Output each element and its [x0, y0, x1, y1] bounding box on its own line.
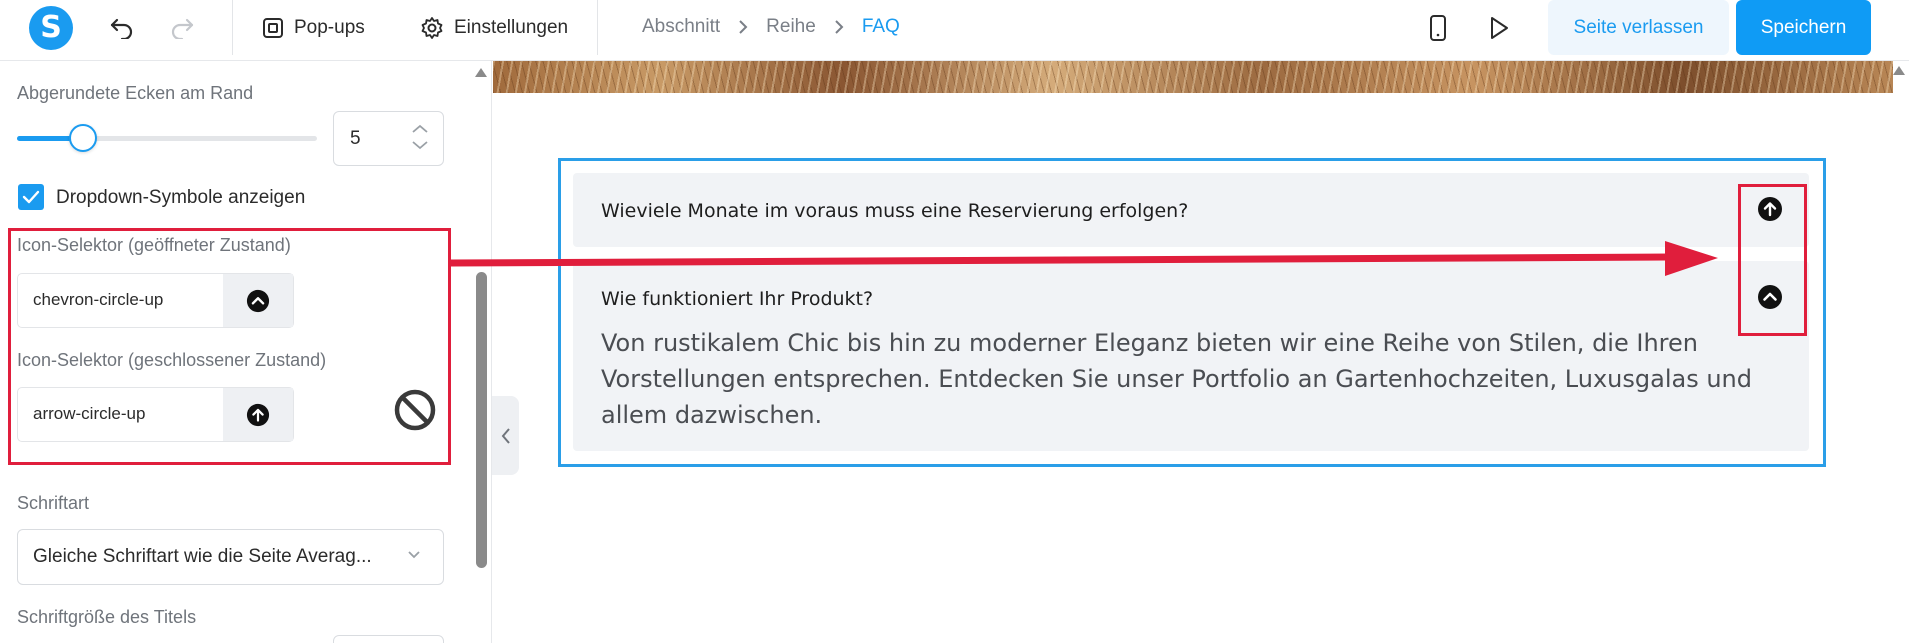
corner-radius-label: Abgerundete Ecken am Rand: [17, 83, 254, 103]
font-select-value: Gleiche Schriftart wie die Seite Averag.…: [33, 546, 372, 567]
chevron-left-icon: [501, 427, 510, 444]
dropdown-icons-label: Dropdown-Symbole anzeigen: [56, 187, 306, 208]
popups-label: Pop-ups: [294, 17, 365, 38]
slider-thumb[interactable]: [69, 124, 97, 152]
gear-icon: [421, 17, 443, 39]
panel-scrollbar[interactable]: [476, 272, 487, 568]
chevron-down-icon: [408, 551, 420, 559]
toolbar-divider: [232, 0, 233, 55]
redo-icon[interactable]: [166, 12, 198, 44]
breadcrumb-section[interactable]: Abschnitt: [642, 16, 720, 38]
faq-question: Wieviele Monate im voraus muss eine Rese…: [601, 200, 1189, 222]
breadcrumb-row[interactable]: Reihe: [766, 16, 816, 38]
mobile-preview-icon[interactable]: [1422, 12, 1454, 44]
faq-item[interactable]: Wie funktioniert Ihr Produkt? Von rustik…: [573, 261, 1809, 451]
leave-page-button[interactable]: Seite verlassen: [1548, 0, 1729, 55]
title-size-input[interactable]: [333, 635, 444, 643]
save-button[interactable]: Speichern: [1736, 0, 1871, 55]
breadcrumb: Abschnitt Reihe FAQ: [642, 16, 900, 38]
popup-window-icon: [263, 18, 283, 38]
editor-app: S Pop-ups Einstellungen Abschnitt Reihe …: [0, 0, 1909, 643]
chevron-right-icon: [738, 19, 748, 35]
breadcrumb-faq[interactable]: FAQ: [862, 16, 900, 38]
chevron-right-icon: [834, 19, 844, 35]
faq-question: Wie funktioniert Ihr Produkt?: [601, 288, 874, 310]
settings-label: Einstellungen: [454, 17, 569, 38]
corner-radius-value: 5: [350, 127, 361, 149]
annotation-highlight-icons: [1738, 184, 1807, 336]
undo-icon[interactable]: [106, 12, 138, 44]
top-toolbar: S Pop-ups Einstellungen Abschnitt Reihe …: [0, 0, 1909, 61]
dropdown-icons-checkbox[interactable]: [18, 184, 44, 210]
font-label: Schriftart: [17, 493, 90, 513]
collapse-panel-button[interactable]: [492, 396, 519, 475]
annotation-highlight-icon-selectors: [8, 228, 451, 465]
hero-image: [493, 61, 1893, 93]
stepper-arrows-icon[interactable]: [411, 124, 429, 150]
faq-item[interactable]: Wieviele Monate im voraus muss eine Rese…: [573, 173, 1809, 247]
scroll-up-arrow-icon[interactable]: [1893, 66, 1905, 75]
corner-radius-slider[interactable]: [17, 124, 317, 152]
checkmark-icon: [22, 190, 40, 204]
toolbar-divider: [597, 0, 598, 55]
app-logo[interactable]: S: [29, 6, 73, 50]
popups-button[interactable]: Pop-ups: [262, 12, 365, 44]
page-canvas: Wieviele Monate im voraus muss eine Rese…: [493, 61, 1893, 643]
faq-answer: Von rustikalem Chic bis hin zu moderner …: [601, 329, 1752, 429]
play-icon[interactable]: [1483, 12, 1515, 44]
corner-radius-input[interactable]: 5: [333, 111, 444, 166]
title-size-label: Schriftgröße des Titels: [17, 607, 197, 627]
settings-button[interactable]: Einstellungen: [420, 12, 568, 44]
font-select[interactable]: Gleiche Schriftart wie die Seite Averag.…: [17, 529, 444, 585]
scroll-up-arrow-icon[interactable]: [475, 68, 487, 77]
